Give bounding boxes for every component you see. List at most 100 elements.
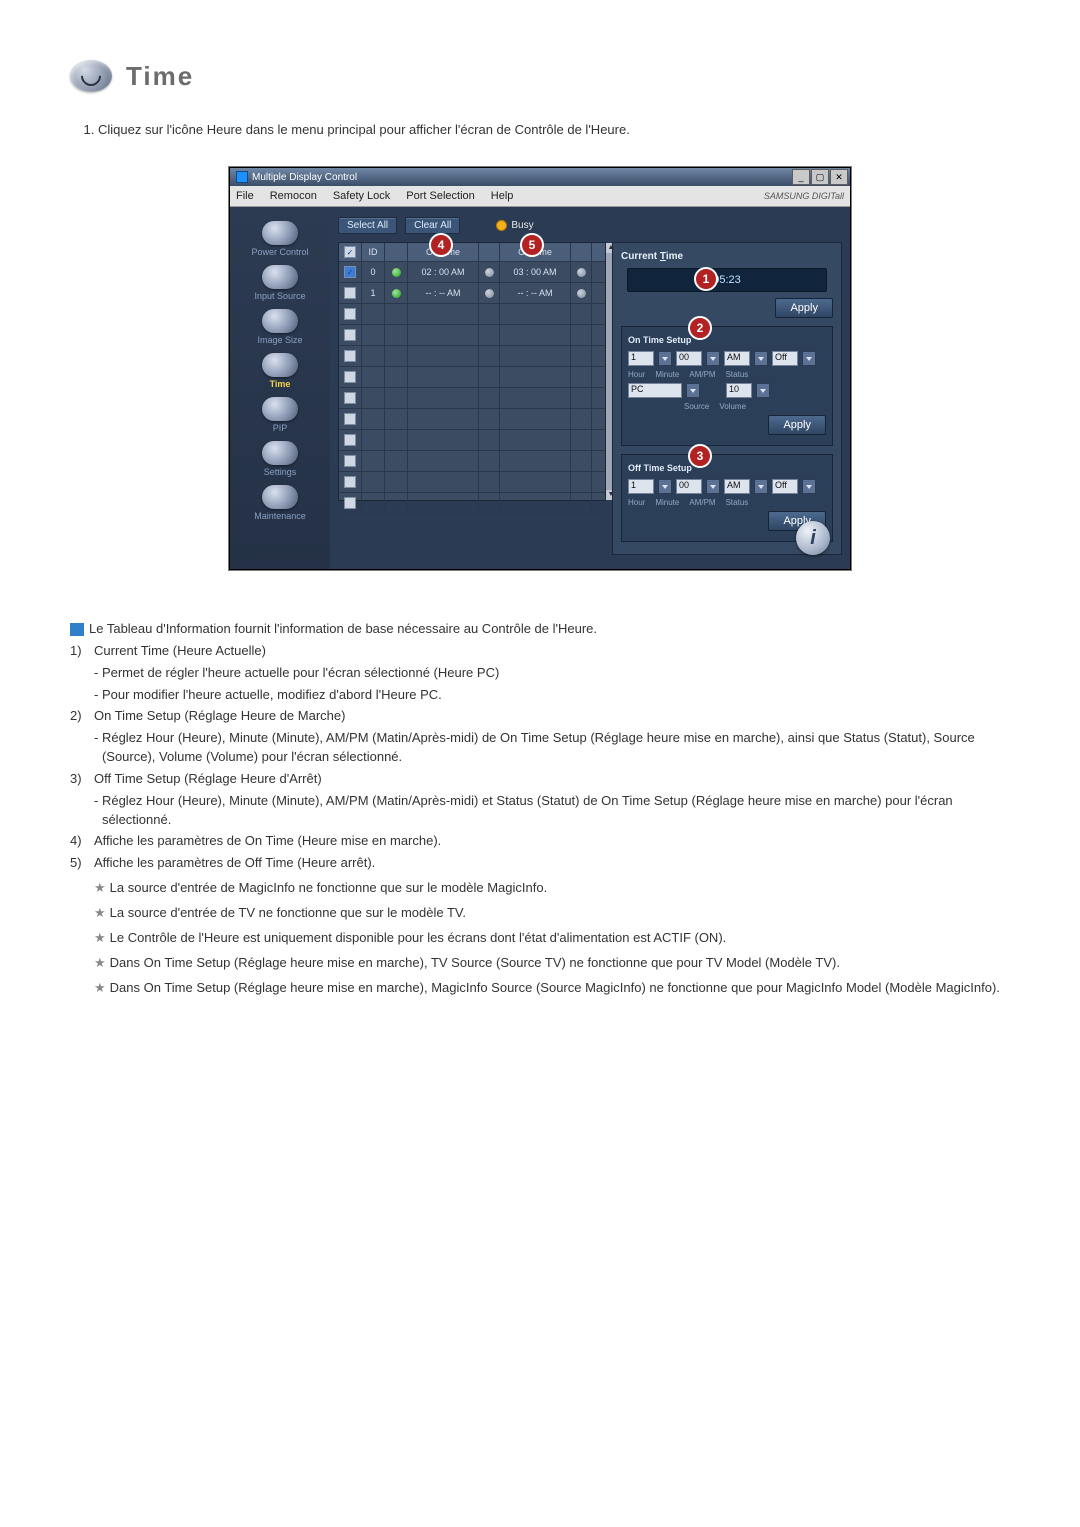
row-checkbox[interactable] [344,413,356,425]
on-volume-input[interactable]: 10 [726,383,752,398]
note-2: La source d'entrée de TV ne fonctionne q… [110,905,466,920]
sidebar-item-pip[interactable]: PIP [262,397,298,433]
time-icon [262,353,298,377]
col-id: ID [362,243,385,261]
col-status [385,243,408,261]
callout-badge-5: 5 [520,233,544,257]
dot-icon [577,289,586,298]
sidebar-item-image-size[interactable]: Image Size [257,309,302,345]
clear-all-button[interactable]: Clear All [405,217,460,234]
table-row[interactable] [339,472,605,493]
row-checkbox[interactable] [344,350,356,362]
close-button[interactable]: ✕ [830,169,848,185]
power-icon [262,221,298,245]
table-body: 0 02 : 00 AM 03 : 00 AM 1 -- : -- AM [339,262,605,500]
menu-remocon[interactable]: Remocon [270,190,317,202]
dropdown-icon[interactable] [706,351,720,366]
star-icon: ★ [94,905,106,920]
brand-label: SAMSUNG DIGITall [764,191,844,201]
row-checkbox[interactable] [344,476,356,488]
clock-icon [70,60,112,92]
description-block: Le Tableau d'Information fournit l'infor… [70,620,1010,997]
dropdown-icon[interactable] [706,479,720,494]
table-row[interactable] [339,325,605,346]
off-minute-input[interactable]: 00 [676,479,702,494]
status-led-icon [392,289,401,298]
dropdown-icon[interactable] [802,479,816,494]
on-minute-input[interactable]: 00 [676,351,702,366]
dropdown-icon[interactable] [658,479,672,494]
menu-safety-lock[interactable]: Safety Lock [333,190,390,202]
sidebar-item-time[interactable]: Time [262,353,298,389]
dropdown-icon[interactable] [802,351,816,366]
on-status-input[interactable]: Off [772,351,798,366]
lbl-volume: Volume [719,402,746,411]
lbl-hour: Hour [628,370,645,379]
apply-button-on[interactable]: Apply [768,415,826,435]
off-hour-input[interactable]: 1 [628,479,654,494]
sidebar-item-settings[interactable]: Settings [262,441,298,477]
off-status-input[interactable]: Off [772,479,798,494]
off-time-title: Off Time Setup [628,463,826,473]
table-row[interactable] [339,430,605,451]
row-checkbox[interactable] [344,497,356,509]
status-led-icon [392,268,401,277]
row-checkbox[interactable] [344,392,356,404]
lbl-status: Status [726,498,749,507]
apply-button-current[interactable]: Apply [775,298,833,318]
desc-2a: Réglez Hour (Heure), Minute (Minute), AM… [102,729,1010,767]
callout-badge-3: 3 [688,444,712,468]
row-checkbox[interactable] [344,371,356,383]
app-window: Multiple Display Control _ ▢ ✕ File Remo… [229,167,851,570]
table-row[interactable] [339,346,605,367]
menu-help[interactable]: Help [491,190,514,202]
dropdown-icon[interactable] [754,479,768,494]
dropdown-icon[interactable] [754,351,768,366]
sidebar-item-input-source[interactable]: Input Source [254,265,305,301]
dropdown-icon[interactable] [756,383,770,398]
dropdown-icon[interactable] [658,351,672,366]
info-icon[interactable]: i [796,521,830,555]
clock-display: 1 05:23 [627,268,827,292]
row-checkbox[interactable] [344,308,356,320]
dropdown-icon[interactable] [686,383,700,398]
table-row[interactable] [339,304,605,325]
table-row[interactable] [339,388,605,409]
on-source-input[interactable]: PC [628,383,682,398]
sidebar-item-maintenance[interactable]: Maintenance [254,485,306,521]
sidebar: Power Control Input Source Image Size Ti… [230,207,330,569]
off-ampm-input[interactable]: AM [724,479,750,494]
note-1: La source d'entrée de MagicInfo ne fonct… [110,880,548,895]
menu-file[interactable]: File [236,190,254,202]
dot-icon [485,289,494,298]
star-icon: ★ [94,880,106,895]
menu-port-selection[interactable]: Port Selection [406,190,474,202]
row-checkbox[interactable] [344,434,356,446]
settings-icon [262,441,298,465]
row-checkbox[interactable] [344,329,356,341]
row-checkbox[interactable] [344,455,356,467]
table-row[interactable] [339,367,605,388]
page-heading-row: Time [70,60,1010,92]
table-row[interactable]: 1 -- : -- AM -- : -- AM [339,283,605,304]
on-hour-input[interactable]: 1 [628,351,654,366]
row-checkbox[interactable] [344,287,356,299]
minimize-button[interactable]: _ [792,169,810,185]
desc-1b: Pour modifier l'heure actuelle, modifiez… [102,686,442,705]
sidebar-item-power-control[interactable]: Power Control [251,221,308,257]
star-icon: ★ [94,980,106,995]
table-row[interactable] [339,493,605,514]
header-check-all[interactable] [344,246,356,258]
menubar: File Remocon Safety Lock Port Selection … [230,186,850,207]
maintenance-icon [262,485,298,509]
star-icon: ★ [94,955,106,970]
table-row[interactable]: 0 02 : 00 AM 03 : 00 AM [339,262,605,283]
row-checkbox[interactable] [344,266,356,278]
on-ampm-input[interactable]: AM [724,351,750,366]
select-all-button[interactable]: Select All [338,217,397,234]
table-row[interactable] [339,451,605,472]
maximize-button[interactable]: ▢ [811,169,829,185]
lbl-ampm: AM/PM [689,370,715,379]
table-row[interactable] [339,409,605,430]
dot-icon [485,268,494,277]
